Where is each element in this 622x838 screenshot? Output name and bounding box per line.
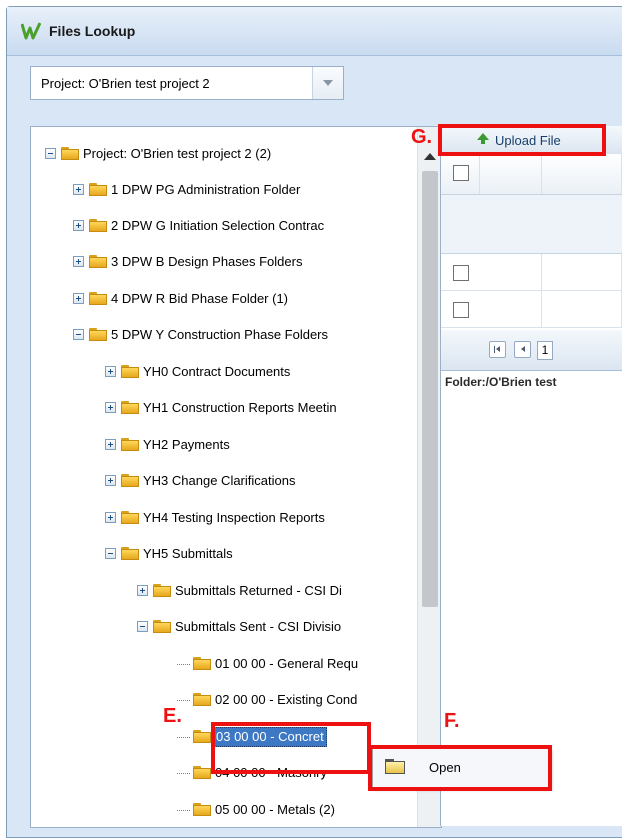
folder-icon: [89, 255, 107, 268]
tree-node-label: 4 DPW R Bid Phase Folder (1): [111, 291, 289, 306]
tree-node-label: Submittals Sent - CSI Divisio: [175, 619, 342, 634]
page-number[interactable]: 1: [537, 341, 553, 360]
collapse-icon[interactable]: [73, 329, 84, 340]
folder-icon: [193, 693, 211, 706]
folder-icon: [89, 183, 107, 196]
select-all-checkbox[interactable]: [453, 165, 469, 181]
table-row[interactable]: [441, 254, 622, 291]
callout-selected-folder: [211, 722, 371, 774]
folder-icon: [153, 584, 171, 597]
expand-icon[interactable]: [105, 512, 116, 523]
expand-icon[interactable]: [73, 220, 84, 231]
expand-icon[interactable]: [137, 585, 148, 596]
collapse-icon[interactable]: [137, 621, 148, 632]
folder-icon: [89, 292, 107, 305]
scroll-thumb[interactable]: [422, 171, 438, 607]
folder-path: Folder:/O'Brien test: [445, 375, 557, 389]
expand-icon[interactable]: [73, 293, 84, 304]
folder-icon: [121, 511, 139, 524]
folder-icon: [89, 328, 107, 341]
tree-node-label: Project: O'Brien test project 2 (2): [83, 146, 272, 161]
tree-node-label: YH0 Contract Documents: [143, 364, 291, 379]
tree-node-label: 1 DPW PG Administration Folder: [111, 182, 301, 197]
tree-node-label: 3 DPW B Design Phases Folders: [111, 254, 303, 269]
expand-icon[interactable]: [105, 366, 116, 377]
table-row[interactable]: [441, 291, 622, 328]
folder-icon: [153, 620, 171, 633]
callout-upload: [438, 124, 606, 156]
tree-node-label: YH1 Construction Reports Meetin: [143, 400, 337, 415]
folder-icon: [193, 657, 211, 670]
row-checkbox[interactable]: [453, 302, 469, 318]
grid-header-row: [441, 154, 622, 195]
collapse-icon[interactable]: [105, 548, 116, 559]
tree-connector: [177, 810, 190, 811]
callout-open-menu: [368, 745, 552, 791]
tree-node-label: 2 DPW G Initiation Selection Contrac: [111, 218, 325, 233]
folder-icon: [121, 365, 139, 378]
tree-node-label: YH5 Submittals: [143, 546, 233, 561]
previous-page-icon[interactable]: [514, 341, 531, 358]
tree-connector: [177, 773, 190, 774]
folder-icon: [121, 547, 139, 560]
callout-label-g: G.: [411, 126, 433, 148]
folder-icon: [193, 803, 211, 816]
tree-connector: [177, 664, 190, 665]
column-divider: [541, 154, 542, 194]
grid-filter-row: [441, 195, 622, 254]
tree-connector: [177, 700, 190, 701]
expand-icon[interactable]: [73, 184, 84, 195]
callout-label-e: E.: [163, 705, 182, 727]
tree-node-label: 5 DPW Y Construction Phase Folders: [111, 327, 329, 342]
tree-node-label: YH2 Payments: [143, 437, 230, 452]
tree-connector: [177, 737, 190, 738]
folder-icon: [121, 474, 139, 487]
grid-pager: 1: [441, 330, 622, 371]
chevron-down-icon[interactable]: [312, 67, 343, 99]
first-page-icon[interactable]: [489, 341, 506, 358]
files-grid: Upload File 1 Folder:/O'Brien test: [440, 126, 622, 826]
tree-node-label: 05 00 00 - Metals (2): [215, 802, 335, 817]
w-logo-icon: [21, 22, 41, 40]
folder-icon: [121, 438, 139, 451]
tree-node-label: YH4 Testing Inspection Reports: [143, 510, 325, 525]
folder-icon: [193, 766, 211, 779]
collapse-icon[interactable]: [45, 148, 56, 159]
title-bar: Files Lookup: [7, 7, 622, 56]
column-divider: [541, 254, 542, 290]
row-checkbox[interactable]: [453, 265, 469, 281]
tree-node-label: YH3 Change Clarifications: [143, 473, 296, 488]
folder-icon: [193, 730, 211, 743]
folder-icon: [61, 147, 79, 160]
column-divider: [541, 291, 542, 327]
expand-icon[interactable]: [105, 439, 116, 450]
expand-icon[interactable]: [105, 475, 116, 486]
tree-node-label: 01 00 00 - General Requ: [215, 656, 359, 671]
callout-label-f: F.: [444, 710, 460, 732]
window-title: Files Lookup: [49, 23, 136, 39]
tree-node-label: 02 00 00 - Existing Cond: [215, 692, 358, 707]
folder-icon: [89, 219, 107, 232]
tree-scrollbar[interactable]: [417, 127, 441, 827]
expand-icon[interactable]: [105, 402, 116, 413]
project-selector-value: Project: O'Brien test project 2: [41, 76, 210, 91]
tree-node-label: Submittals Returned - CSI Di: [175, 583, 342, 598]
column-divider: [479, 154, 480, 194]
scroll-up-icon[interactable]: [424, 153, 436, 160]
folder-icon: [121, 401, 139, 414]
project-selector[interactable]: Project: O'Brien test project 2: [30, 66, 344, 100]
expand-icon[interactable]: [73, 256, 84, 267]
